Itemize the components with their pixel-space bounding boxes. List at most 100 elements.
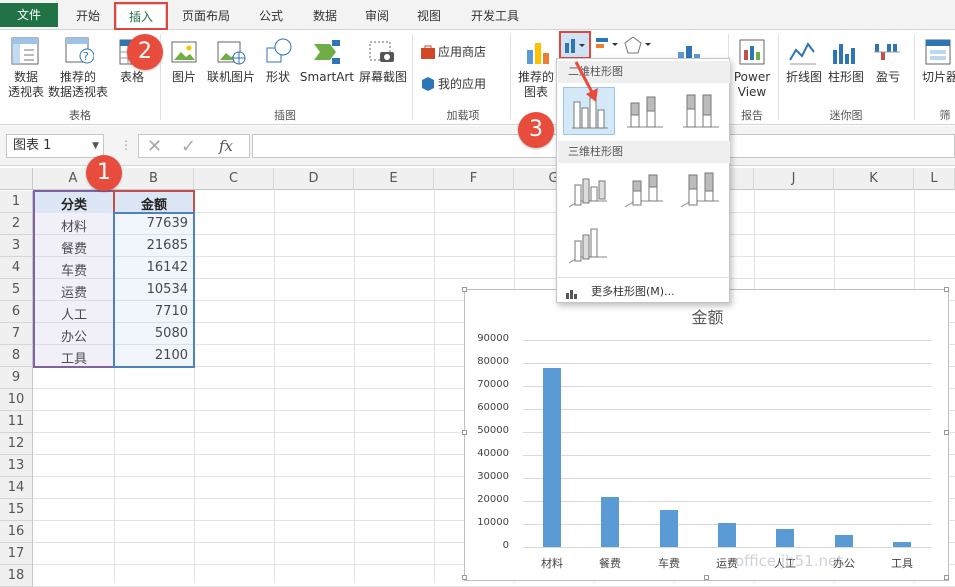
power-view-label-2: View: [737, 85, 767, 99]
row-header-6[interactable]: 6: [0, 301, 33, 323]
chart-resize-handle[interactable]: [462, 430, 467, 435]
column-header-c[interactable]: C: [194, 168, 274, 190]
sparkline-column-icon[interactable]: [830, 38, 860, 70]
my-apps-label[interactable]: 我的应用: [438, 77, 498, 91]
row-header-15[interactable]: 15: [0, 499, 33, 521]
cancel-icon[interactable]: ✕: [147, 136, 162, 157]
chart-resize-handle[interactable]: [462, 575, 467, 580]
row-header-4[interactable]: 4: [0, 257, 33, 279]
column-header-e[interactable]: E: [354, 168, 434, 190]
column-chart-dropdown-button[interactable]: [561, 33, 589, 57]
more-column-charts-link[interactable]: 更多柱形图(M)...: [591, 283, 675, 299]
chart-bar[interactable]: [660, 510, 678, 547]
column-header-j[interactable]: J: [754, 168, 834, 190]
store-label[interactable]: 应用商店: [438, 45, 490, 59]
stacked-column-option[interactable]: [619, 87, 671, 135]
row-header-17[interactable]: 17: [0, 543, 33, 565]
radar-chart-icon[interactable]: [624, 36, 654, 58]
3d-percent-stacked-column-option[interactable]: [675, 167, 727, 215]
smartart-icon[interactable]: [312, 38, 342, 70]
row-header-11[interactable]: 11: [0, 411, 33, 433]
row-header-12[interactable]: 12: [0, 433, 33, 455]
chart-bar[interactable]: [601, 497, 619, 547]
column-header-b[interactable]: B: [114, 168, 194, 190]
column-header-d[interactable]: D: [274, 168, 354, 190]
sparkline-line-label: 折线图: [785, 70, 822, 84]
3d-stacked-column-option[interactable]: [619, 167, 671, 215]
row-header-2[interactable]: 2: [0, 213, 33, 235]
column-header-l[interactable]: L: [914, 168, 955, 190]
sparkline-line-icon[interactable]: [788, 38, 818, 70]
chart-resize-handle[interactable]: [704, 575, 709, 580]
gallery-divider: [558, 277, 730, 278]
sparkline-winloss-label: 盈亏: [875, 70, 900, 84]
step-1-badge: 1: [86, 155, 122, 191]
group-reports-label: 报告: [741, 109, 763, 122]
row-header-10[interactable]: 10: [0, 389, 33, 411]
tab-developer[interactable]: 开发工具: [460, 4, 530, 28]
row-header-13[interactable]: 13: [0, 455, 33, 477]
tab-home[interactable]: 开始: [62, 4, 114, 28]
name-box[interactable]: 图表 1 ▼: [6, 134, 104, 158]
recommended-charts-label-1: 推荐的: [517, 70, 554, 84]
shapes-icon[interactable]: [264, 36, 294, 70]
column-header-f[interactable]: F: [434, 168, 514, 190]
3d-column-option[interactable]: [563, 221, 615, 269]
y-axis-tick-label: 70000: [477, 379, 509, 390]
chart-resize-handle[interactable]: [944, 575, 949, 580]
chart-bar[interactable]: [718, 523, 736, 547]
chart-resize-handle[interactable]: [462, 287, 467, 292]
row-header-16[interactable]: 16: [0, 521, 33, 543]
sparkline-winloss-icon[interactable]: [872, 38, 902, 70]
row-header-5[interactable]: 5: [0, 279, 33, 301]
3d-clustered-column-option[interactable]: [563, 167, 615, 215]
percent-stacked-column-option[interactable]: [675, 87, 727, 135]
svg-text:?: ?: [83, 50, 89, 63]
select-all-corner[interactable]: [0, 168, 33, 190]
chart-bar[interactable]: [835, 535, 853, 547]
power-view-icon[interactable]: [738, 38, 766, 70]
store-icon[interactable]: [420, 44, 436, 64]
chart-resize-handle[interactable]: [944, 287, 949, 292]
bar-chart-icon[interactable]: [594, 36, 622, 58]
screenshot-label: 屏幕截图: [358, 70, 407, 84]
chart-gridline: [523, 455, 931, 456]
recommended-charts-icon[interactable]: [524, 38, 552, 70]
picture-icon[interactable]: [170, 38, 198, 70]
shapes-label: 形状: [265, 70, 290, 84]
chart-resize-handle[interactable]: [944, 430, 949, 435]
chart-bar[interactable]: [776, 529, 794, 547]
tab-page-layout[interactable]: 页面布局: [172, 4, 240, 28]
screenshot-icon[interactable]: [368, 38, 398, 70]
row-header-9[interactable]: 9: [0, 367, 33, 389]
my-apps-icon[interactable]: [420, 76, 436, 96]
tab-insert[interactable]: 插入: [116, 4, 166, 30]
row-header-14[interactable]: 14: [0, 477, 33, 499]
tab-formulas[interactable]: 公式: [250, 4, 292, 28]
y-axis-tick-label: 60000: [477, 402, 509, 413]
plot-area[interactable]: 90000 80000 70000 60000 50000 40000 30000 20000…: [462, 287, 950, 582]
row-header-8[interactable]: 8: [0, 345, 33, 367]
tab-file[interactable]: 文件: [0, 3, 58, 27]
pivot-table-icon[interactable]: [10, 36, 40, 70]
row-header-18[interactable]: 18: [0, 565, 33, 587]
chart-bar[interactable]: [893, 542, 911, 547]
row-header-7[interactable]: 7: [0, 323, 33, 345]
slicer-icon[interactable]: [924, 38, 952, 70]
online-picture-icon[interactable]: [216, 38, 246, 70]
tab-review[interactable]: 审阅: [356, 4, 398, 28]
row-header-3[interactable]: 3: [0, 235, 33, 257]
chart-object[interactable]: 金额 90000 80000 70000 60000 50000 40000 30000 20…: [462, 287, 950, 582]
chart-bar[interactable]: [543, 368, 561, 547]
insert-function-icon[interactable]: fx: [219, 137, 233, 155]
enter-icon[interactable]: ✓: [181, 136, 196, 157]
slicer-label: 切片器: [921, 70, 955, 84]
recommended-pivot-icon[interactable]: ?: [64, 36, 95, 70]
chart-gridline: [523, 547, 931, 548]
column-header-k[interactable]: K: [834, 168, 914, 190]
tab-data[interactable]: 数据: [304, 4, 346, 28]
row-header-1[interactable]: 1: [0, 191, 33, 213]
tab-view[interactable]: 视图: [408, 4, 450, 28]
name-box-dropdown-icon[interactable]: ▼: [92, 135, 99, 157]
table-label: 表格: [119, 70, 144, 84]
